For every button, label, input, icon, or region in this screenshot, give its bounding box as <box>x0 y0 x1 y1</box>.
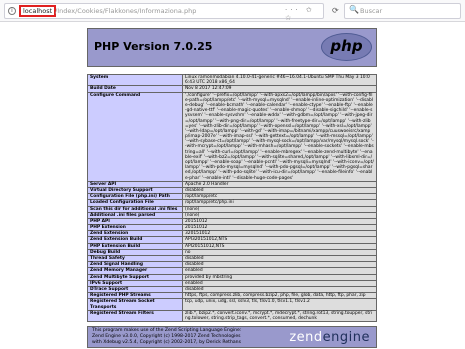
row-key: Configuration File (php.ini) Path <box>87 193 183 201</box>
row-value: zlib.*, bzip2.*, convert.iconv.*, mcrypt… <box>182 309 377 323</box>
row-key: System <box>87 73 183 87</box>
table-row: System Linux ramonmodabian 4.10.0-41-gene… <box>87 73 377 87</box>
php-header: PHP Version 7.0.25 php <box>87 28 377 67</box>
phpinfo-page: PHP Version 7.0.25 php System Linux ramon… <box>0 22 465 349</box>
search-bar[interactable]: 🔍 Buscar <box>344 3 461 19</box>
search-placeholder: Buscar <box>360 7 383 15</box>
page-title: PHP Version 7.0.25 <box>94 40 213 53</box>
row-key: Configure Command <box>87 91 183 182</box>
url-bar[interactable]: i localhost /Index/Cookies/Flakkones/Inf… <box>4 3 324 22</box>
search-icon: 🔍 <box>349 5 359 14</box>
info-table: System Linux ramonmodabian 4.10.0-41-gene… <box>87 73 377 323</box>
table-row: Registered Stream Filters zlib.*, bzip2.*… <box>87 309 377 323</box>
reload-icon[interactable]: ⟳ <box>332 6 339 16</box>
url-host-highlighted: localhost <box>19 5 57 17</box>
page-actions-icon[interactable]: ··· ✩ ☆ <box>285 6 323 22</box>
table-row: Configure Command './configure' '--prefix… <box>87 91 377 182</box>
url-path: /Index/Cookies/Flakkones/Informaziona.ph… <box>55 7 197 15</box>
row-key: Registered Stream Socket Transports <box>87 298 183 311</box>
table-row: Registered Stream Socket Transports tcp, … <box>87 298 377 311</box>
row-value: tcp, udp, unix, udg, ssl, sslv3, tls, tl… <box>182 298 377 311</box>
php-logo[interactable]: php <box>321 33 372 61</box>
zend-footer: This program makes use of the Zend Scrip… <box>87 326 377 348</box>
browser-toolbar: i localhost /Index/Cookies/Flakkones/Inf… <box>0 0 465 22</box>
row-value: https, ftps, compress.zlib, compress.bzi… <box>182 292 377 300</box>
zend-engine-logo[interactable]: zendengine <box>289 330 370 345</box>
row-key: Scan this dir for additional .ini files <box>87 205 183 213</box>
table-row: Registered PHP Streams https, ftps, compr… <box>87 292 377 300</box>
row-key: Registered Stream Filters <box>87 309 183 323</box>
info-icon[interactable]: i <box>8 7 16 15</box>
row-value: Linux ramonmodabian 4.10.0-41-generic #4… <box>182 73 377 87</box>
footer-credits: This program makes use of the Zend Scrip… <box>92 328 242 345</box>
row-value: './configure' '--prefix=/opt/lampp' '--w… <box>182 91 377 182</box>
